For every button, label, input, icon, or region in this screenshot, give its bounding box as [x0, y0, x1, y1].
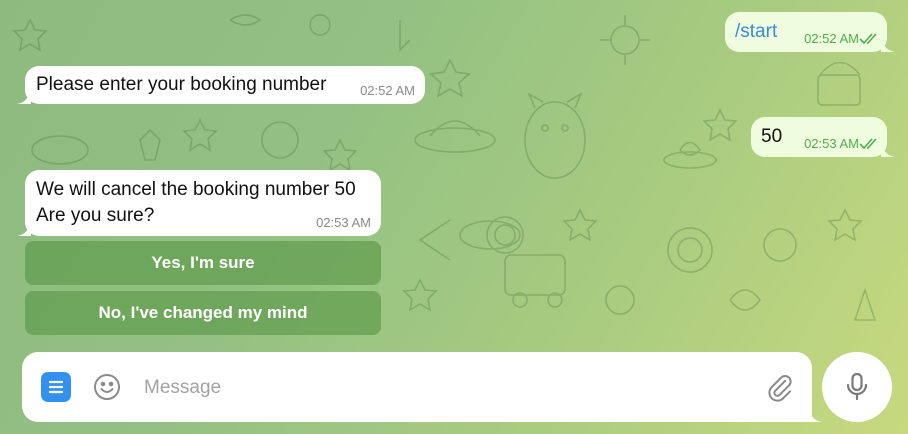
- attach-button[interactable]: [764, 372, 794, 402]
- voice-record-button[interactable]: [822, 352, 892, 422]
- message-text: Please enter your booking number: [36, 74, 327, 95]
- message-input[interactable]: [142, 369, 746, 407]
- message-time: 02:53 AM: [316, 215, 371, 230]
- outgoing-message[interactable]: /start 02:52 AM: [725, 12, 895, 52]
- microphone-icon: [846, 372, 868, 401]
- bot-menu-button[interactable]: [41, 372, 71, 402]
- inline-button-label: No, I've changed my mind: [98, 303, 308, 322]
- menu-icon: [48, 380, 64, 394]
- double-check-icon: [859, 138, 877, 150]
- inline-button-label: Yes, I'm sure: [151, 253, 255, 272]
- message-time: 02:52 AM: [804, 31, 859, 46]
- inline-button-confirm[interactable]: Yes, I'm sure: [25, 241, 381, 285]
- smile-icon: [94, 374, 120, 400]
- outgoing-message[interactable]: 50 02:53 AM: [751, 117, 895, 157]
- bubble-tail: [17, 220, 31, 236]
- message-text-line: We will cancel the booking number 50: [36, 179, 356, 200]
- incoming-message[interactable]: Please enter your booking number 02:52 A…: [17, 66, 425, 104]
- message-time: 02:53 AM: [804, 136, 859, 151]
- message-time: 02:52 AM: [360, 83, 415, 98]
- emoji-button[interactable]: [92, 372, 122, 402]
- double-check-icon: [859, 33, 877, 45]
- bubble-tail: [881, 141, 895, 157]
- bubble-tail: [881, 36, 895, 52]
- message-text: 50: [761, 126, 783, 147]
- composer-tail: [808, 406, 822, 422]
- incoming-message[interactable]: We will cancel the booking number 50 Are…: [17, 170, 381, 236]
- message-composer: [22, 352, 822, 422]
- message-text-line: Are you sure?: [36, 205, 155, 226]
- bubble-tail: [17, 88, 31, 104]
- inline-button-cancel[interactable]: No, I've changed my mind: [25, 291, 381, 335]
- paperclip-icon: [768, 375, 792, 402]
- bot-command-link[interactable]: /start: [735, 21, 777, 43]
- chat-background: /start 02:52 AM Please enter your bookin…: [0, 0, 908, 434]
